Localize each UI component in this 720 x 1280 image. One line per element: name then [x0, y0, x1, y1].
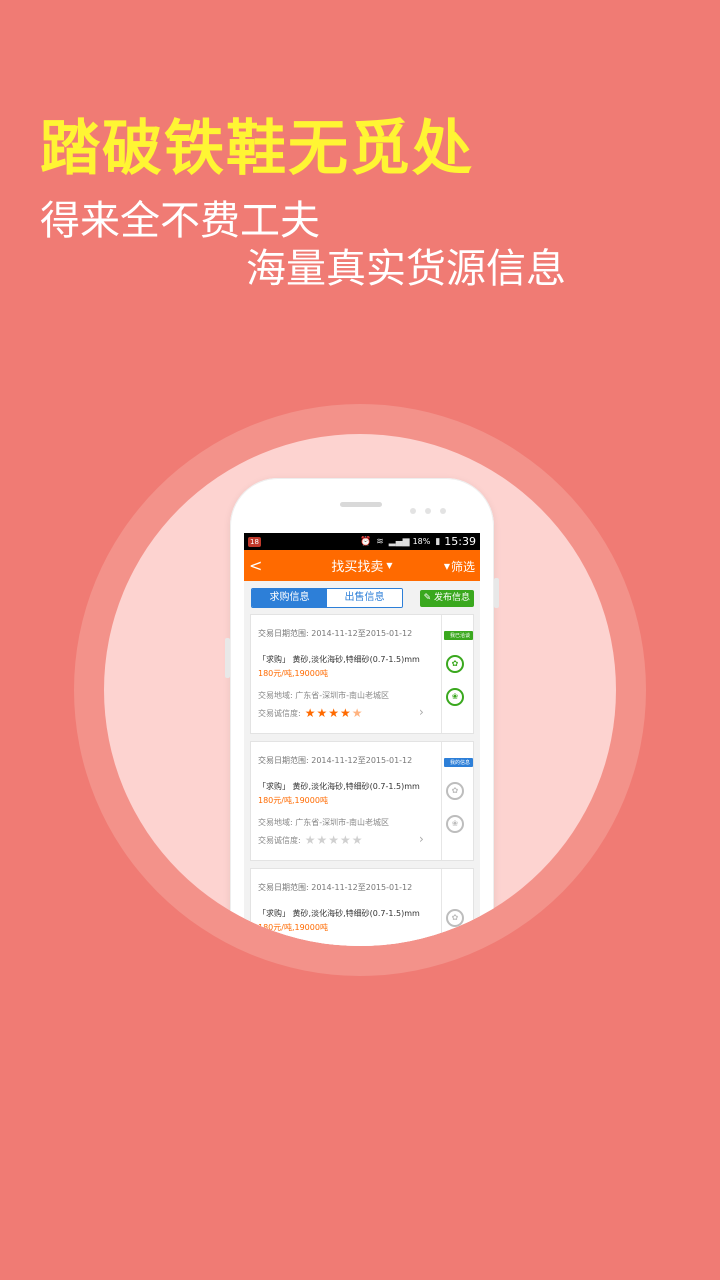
product-price: 180元/吨,19000吨 — [258, 796, 328, 805]
star-empty-icon: ★ — [316, 833, 329, 847]
tab-row: 求购信息 出售信息 ✎ 发布信息 — [244, 581, 480, 614]
list-item[interactable]: 交易日期范围: 2014-11-12至2015-01-12 「求购」 黄砂,淡化… — [250, 741, 474, 861]
headline: 踏破铁鞋无觅处 — [40, 114, 474, 184]
verified-icon: ✿ — [446, 782, 464, 800]
list-item[interactable]: 交易日期范围: 2014-11-12至2015-01-12 「求购」 黄砂,淡化… — [250, 868, 474, 946]
rating-row: 交易诚信度: ★★★★★ — [258, 833, 364, 847]
battery-icon: ▮ — [435, 536, 441, 547]
card-content: 交易日期范围: 2014-11-12至2015-01-12 「求购」 黄砂,淡化… — [251, 615, 441, 733]
status-bar: 18 ⏰ ≋ ▂▄▆ 18% ▮ 15:39 — [244, 533, 480, 550]
star-filled-icon: ★ — [328, 706, 340, 720]
subline-2: 海量真实货源信息 — [246, 246, 566, 292]
star-half-icon: ★ — [351, 706, 364, 720]
phone-side-button — [494, 578, 499, 608]
battery-percent: 18% — [412, 537, 431, 546]
chevron-down-icon[interactable]: ▼ — [386, 561, 392, 570]
alarm-icon: ⏰ — [360, 536, 372, 547]
phone-camera — [440, 508, 446, 514]
publish-button[interactable]: ✎ 发布信息 — [419, 590, 474, 607]
filter-button[interactable]: ▼ 筛选 — [444, 558, 475, 575]
tab-buy[interactable]: 求购信息 — [252, 589, 327, 607]
trade-date-range: 交易日期范围: 2014-11-12至2015-01-12 — [258, 629, 413, 638]
card-content: 交易日期范围: 2014-11-12至2015-01-12 「求购」 黄砂,淡化… — [251, 742, 441, 860]
chevron-right-icon[interactable]: › — [419, 705, 424, 719]
card-divider — [441, 615, 442, 733]
status-tag: 我已洽谈 — [443, 631, 473, 640]
notification-badge: 18 — [248, 536, 261, 547]
rating-stars: ★★★★★ — [305, 833, 364, 847]
filter-label: 筛选 — [450, 560, 475, 574]
publish-label: 发布信息 — [433, 593, 470, 603]
phone-mockup: 18 ⏰ ≋ ▂▄▆ 18% ▮ 15:39 < 找买找卖 ▼ ▼ 筛选 求购信… — [225, 478, 499, 946]
star-filled-icon: ★ — [340, 706, 352, 720]
trade-date-range: 交易日期范围: 2014-11-12至2015-01-12 — [258, 883, 413, 892]
filter-icon: ▼ — [443, 562, 450, 571]
trade-area: 交易地域: 广东省-深圳市-南山老城区 — [258, 818, 390, 827]
signal-icon: ▂▄▆ — [388, 536, 410, 547]
deal-icon: ❀ — [446, 815, 464, 833]
rating-stars: ★★★★★ — [305, 706, 364, 720]
phone-sensor — [410, 508, 416, 514]
star-empty-icon: ★ — [340, 833, 352, 847]
card-divider — [441, 742, 442, 860]
rating-row: 交易诚信度: ★★★★★ — [258, 706, 364, 720]
star-filled-icon: ★ — [304, 706, 317, 720]
status-tag: 我的信息 — [443, 758, 473, 767]
verified-icon: ✿ — [446, 909, 464, 927]
segmented-tabs: 求购信息 出售信息 — [251, 588, 403, 608]
chevron-right-icon[interactable]: › — [419, 832, 424, 846]
phone-sensor — [425, 508, 431, 514]
star-filled-icon: ★ — [316, 706, 329, 720]
pencil-icon: ✎ — [423, 593, 432, 603]
wifi-icon: ≋ — [376, 536, 384, 547]
list-item[interactable]: 交易日期范围: 2014-11-12至2015-01-12 「求购」 黄砂,淡化… — [250, 614, 474, 734]
card-divider — [441, 869, 442, 946]
phone-speaker — [340, 502, 382, 507]
star-empty-icon: ★ — [328, 833, 340, 847]
card-content: 交易日期范围: 2014-11-12至2015-01-12 「求购」 黄砂,淡化… — [251, 869, 441, 946]
inner-circle: 18 ⏰ ≋ ▂▄▆ 18% ▮ 15:39 < 找买找卖 ▼ ▼ 筛选 求购信… — [104, 434, 616, 946]
rating-label: 交易诚信度: — [258, 835, 301, 845]
app-bar: < 找买找卖 ▼ ▼ 筛选 — [244, 550, 480, 581]
product-name: 「求购」 黄砂,淡化海砂,特细砂(0.7-1.5)mm — [258, 909, 420, 918]
trade-date-range: 交易日期范围: 2014-11-12至2015-01-12 — [258, 756, 413, 765]
phone-side-button — [225, 638, 230, 678]
verified-icon: ✿ — [446, 655, 464, 673]
phone-screen: 18 ⏰ ≋ ▂▄▆ 18% ▮ 15:39 < 找买找卖 ▼ ▼ 筛选 求购信… — [244, 533, 480, 946]
rating-label: 交易诚信度: — [258, 708, 301, 718]
star-empty-icon: ★ — [304, 833, 317, 847]
trade-area: 交易地域: 广东省-深圳市-南山老城区 — [258, 691, 390, 700]
product-name: 「求购」 黄砂,淡化海砂,特细砂(0.7-1.5)mm — [258, 655, 420, 664]
status-time: 15:39 — [444, 535, 476, 548]
product-price: 180元/吨,19000吨 — [258, 669, 328, 678]
star-empty-icon: ★ — [351, 833, 364, 847]
product-name: 「求购」 黄砂,淡化海砂,特细砂(0.7-1.5)mm — [258, 782, 420, 791]
app-title[interactable]: 找买找卖 — [331, 556, 383, 575]
deal-icon: ❀ — [446, 688, 464, 706]
back-button[interactable]: < — [249, 556, 262, 575]
tab-sell[interactable]: 出售信息 — [327, 589, 402, 607]
product-price: 180元/吨,19000吨 — [258, 923, 328, 932]
